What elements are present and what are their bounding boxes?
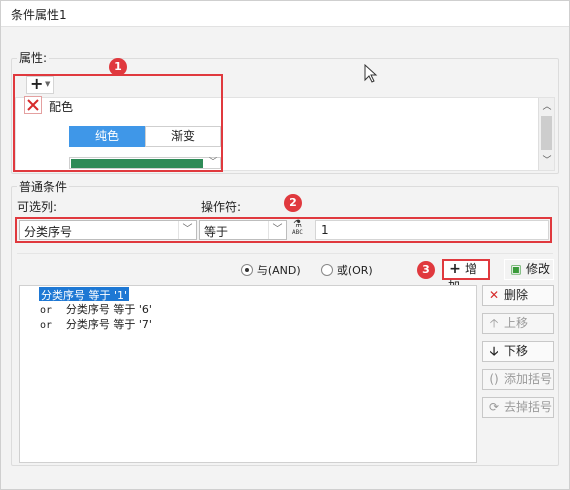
- list-item[interactable]: or 分类序号 等于 '6': [40, 301, 152, 317]
- modify-condition-label: 修改: [526, 262, 551, 276]
- arrow-up-icon: 🡡: [489, 316, 499, 330]
- delete-button[interactable]: ✕ 删除: [482, 285, 554, 306]
- add-bracket-button[interactable]: () 添加括号: [482, 369, 554, 390]
- condition-list[interactable]: 分类序号 等于 '1' or 分类序号 等于 '6' or 分类序号 等于 '7…: [19, 285, 477, 463]
- properties-scrollbar[interactable]: ︿ ﹀: [538, 98, 554, 170]
- scroll-thumb[interactable]: [541, 116, 552, 150]
- remove-bracket-icon: ⟳: [488, 400, 500, 414]
- scroll-up-arrow[interactable]: ︿: [539, 100, 555, 114]
- operator-label: 操作符:: [201, 200, 242, 214]
- highlight-box-2: [15, 217, 552, 243]
- list-item-text: 分类序号 等于 '6': [65, 303, 152, 316]
- move-down-label: 下移: [504, 344, 529, 358]
- edit-icon: ▣: [510, 262, 522, 276]
- conditions-group-label: 普通条件: [17, 178, 70, 195]
- list-item-text: 分类序号 等于 '7': [65, 318, 152, 331]
- badge-1: 1: [109, 58, 127, 76]
- window-title: 条件属性1: [11, 8, 67, 22]
- radio-and-circle: [241, 264, 253, 276]
- divider: [17, 253, 553, 254]
- title-bar: 条件属性1: [1, 1, 569, 27]
- properties-group-label: 属性:: [17, 49, 50, 66]
- arrow-down-icon: 🡣: [489, 344, 499, 358]
- move-down-button[interactable]: 🡣 下移: [482, 341, 554, 362]
- list-item-prefix: or: [40, 320, 53, 331]
- bracket-icon: (): [489, 372, 499, 386]
- highlight-box-1: [13, 74, 223, 172]
- badge-2: 2: [284, 194, 302, 212]
- remove-bracket-label: 去掉括号: [504, 400, 553, 414]
- add-condition-button[interactable]: +增加: [442, 259, 490, 293]
- dialog-window: 条件属性1 属性: ︿ ﹀ + ▼ 配色 纯色 渐变 ﹀ 1 普通条件 可选列:…: [0, 0, 570, 490]
- radio-or-circle: [321, 264, 333, 276]
- remove-bracket-button[interactable]: ⟳ 去掉括号: [482, 397, 554, 418]
- add-bracket-label: 添加括号: [504, 372, 553, 386]
- delete-label: 删除: [504, 288, 529, 302]
- list-item-prefix: or: [40, 305, 53, 316]
- list-item[interactable]: or 分类序号 等于 '7': [40, 316, 152, 332]
- badge-3: 3: [417, 261, 435, 279]
- move-up-button[interactable]: 🡡 上移: [482, 313, 554, 334]
- radio-and[interactable]: 与(AND): [241, 262, 301, 278]
- move-up-label: 上移: [504, 316, 529, 330]
- mouse-cursor-icon: [364, 64, 378, 83]
- radio-or[interactable]: 或(OR): [321, 262, 373, 278]
- list-item[interactable]: 分类序号 等于 '1': [39, 287, 130, 302]
- scroll-down-arrow[interactable]: ﹀: [539, 154, 555, 168]
- modify-condition-button[interactable]: ▣ 修改: [504, 259, 554, 280]
- radio-or-label: 或(OR): [336, 264, 373, 277]
- x-icon: ✕: [488, 288, 500, 302]
- plus-icon: +: [449, 261, 461, 277]
- radio-and-label: 与(AND): [256, 264, 301, 277]
- field-label: 可选列:: [17, 200, 58, 214]
